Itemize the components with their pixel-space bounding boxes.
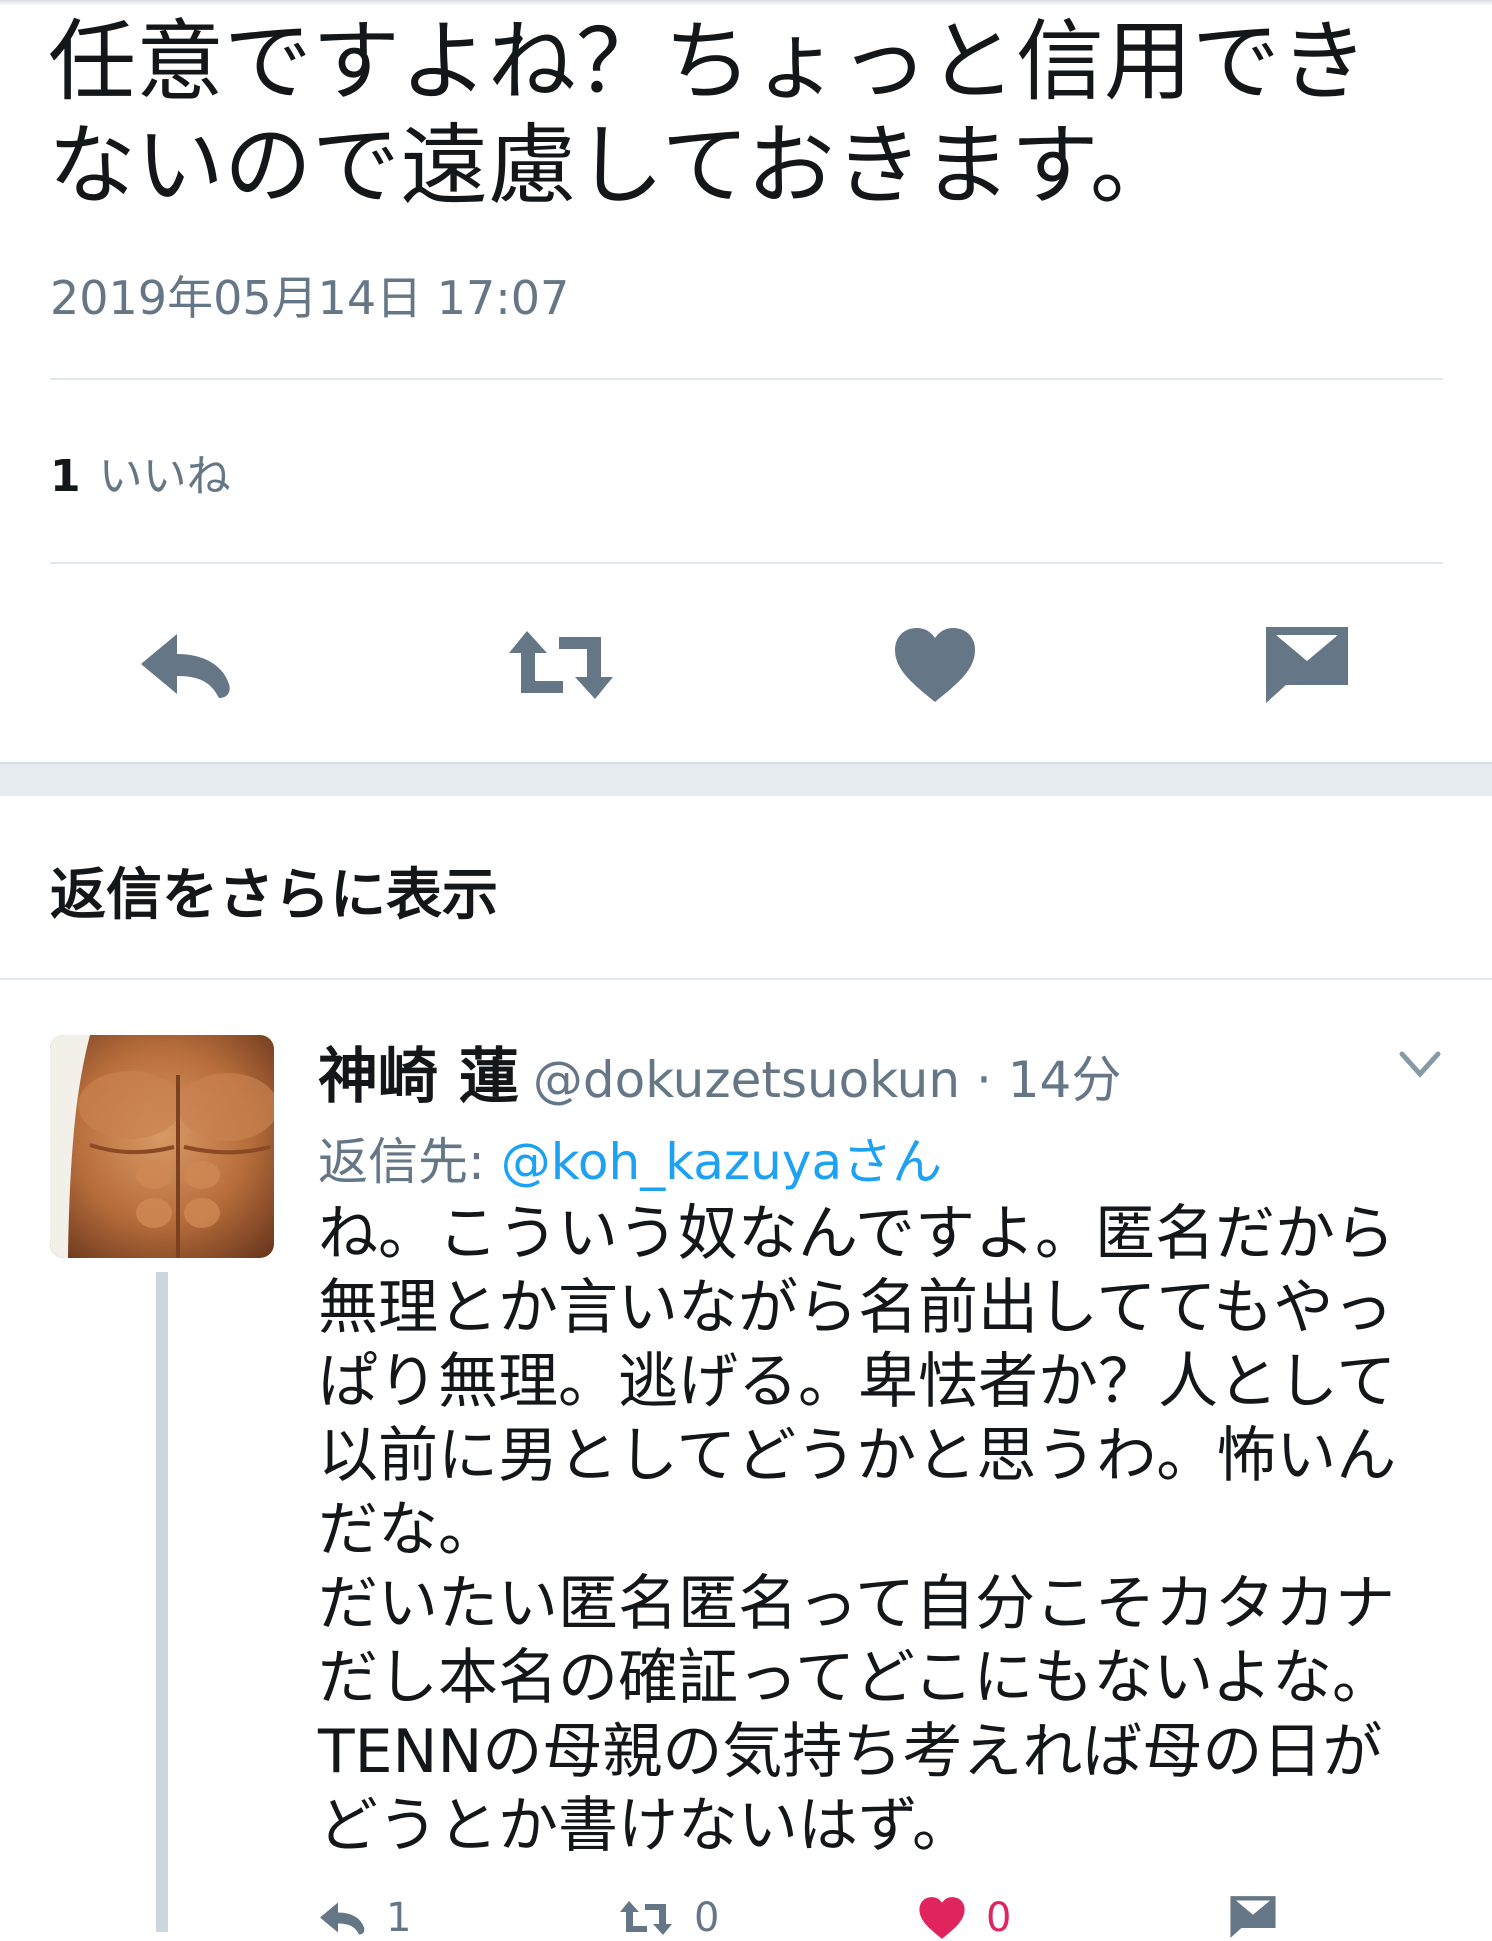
reply-like-button[interactable]: 0	[918, 1895, 1011, 1941]
likes-label: いいね	[98, 451, 231, 502]
likes-count-row[interactable]: 1 いいね	[50, 440, 231, 504]
reply-icon	[320, 1902, 365, 1935]
display-name[interactable]: 神崎 蓮	[318, 1042, 519, 1112]
reply-text-line: だな。	[318, 1495, 498, 1565]
retweet-count: 0	[694, 1895, 720, 1941]
like-count: 0	[986, 1895, 1012, 1941]
tweet-timestamp: 2019年05月14日 17:07	[50, 271, 570, 325]
reply-text-line: だいたい匿名匿名って自分こそカタカナ	[318, 1569, 1395, 1639]
avatar[interactable]	[50, 1035, 274, 1258]
heart-icon	[895, 628, 975, 702]
reply-text-line: TENNの母親の気持ち考えれば母の日が	[318, 1717, 1383, 1787]
retweet-icon	[620, 1901, 672, 1935]
reply-text: ね。こういう奴なんですよ。匿名だから 無理とか言いながら名前出しててもやっ ぱり…	[318, 1197, 1468, 1863]
reply-button[interactable]	[135, 625, 235, 705]
tweet-text-line: ないので遠慮しておきます。	[48, 114, 1178, 217]
retweet-button[interactable]	[503, 622, 618, 707]
avatar-image	[50, 1035, 274, 1258]
show-more-replies-link[interactable]: 返信をさらに表示	[50, 850, 498, 931]
reply-text-line: 無理とか言いながら名前出しててもやっ	[318, 1273, 1394, 1343]
section-separator	[0, 762, 1492, 796]
reply-action-bar: 1 0 0	[318, 1895, 1418, 1941]
message-icon	[1230, 1896, 1276, 1938]
reply-to-label: 返信先:	[318, 1133, 501, 1191]
reply-message-button[interactable]	[1228, 1895, 1278, 1939]
tweet-text: 任意ですよね？ちょっと信用でき ないので遠慮しておきます。	[48, 10, 1468, 218]
likes-count: 1	[50, 451, 81, 502]
divider	[50, 562, 1443, 564]
divider	[50, 378, 1443, 380]
reply-header: 神崎 蓮 @dokuzetsuokun · 14分	[318, 1028, 1121, 1115]
handle-and-time[interactable]: @dokuzetsuokun · 14分	[533, 1051, 1121, 1109]
top-edge	[0, 0, 1492, 6]
tweet-menu-button[interactable]	[1398, 1050, 1442, 1084]
reply-to-line: 返信先: @koh_kazuyaさん	[318, 1122, 942, 1194]
reply-retweet-button[interactable]: 0	[618, 1895, 719, 1941]
divider	[0, 978, 1492, 980]
reply-text-line: 以前に男としてどうかと思うわ。怖いん	[318, 1421, 1397, 1491]
direct-message-button[interactable]	[1262, 622, 1352, 708]
thread-line	[156, 1272, 168, 1932]
reply-to-mention[interactable]: @koh_kazuyaさん	[501, 1133, 942, 1191]
reply-text-line: だし本名の確証ってどこにもないよな。	[318, 1643, 1392, 1713]
reply-text-line: どうとか書けないはず。	[318, 1791, 972, 1861]
reply-text-line: ね。こういう奴なんですよ。匿名だから	[318, 1199, 1395, 1269]
reply-text-line: ぱり無理。逃げる。卑怯者か？人として	[318, 1347, 1397, 1417]
heart-icon	[919, 1897, 965, 1939]
like-button[interactable]	[885, 620, 985, 710]
chevron-down-icon	[1399, 1051, 1441, 1078]
reply-icon	[141, 634, 230, 698]
retweet-icon	[508, 630, 613, 699]
message-icon	[1266, 627, 1348, 703]
reply-count: 1	[386, 1895, 412, 1941]
reply-reply-button[interactable]: 1	[318, 1895, 411, 1941]
tweet-text-line: 任意ですよね？ちょっと信用でき	[48, 10, 1369, 113]
